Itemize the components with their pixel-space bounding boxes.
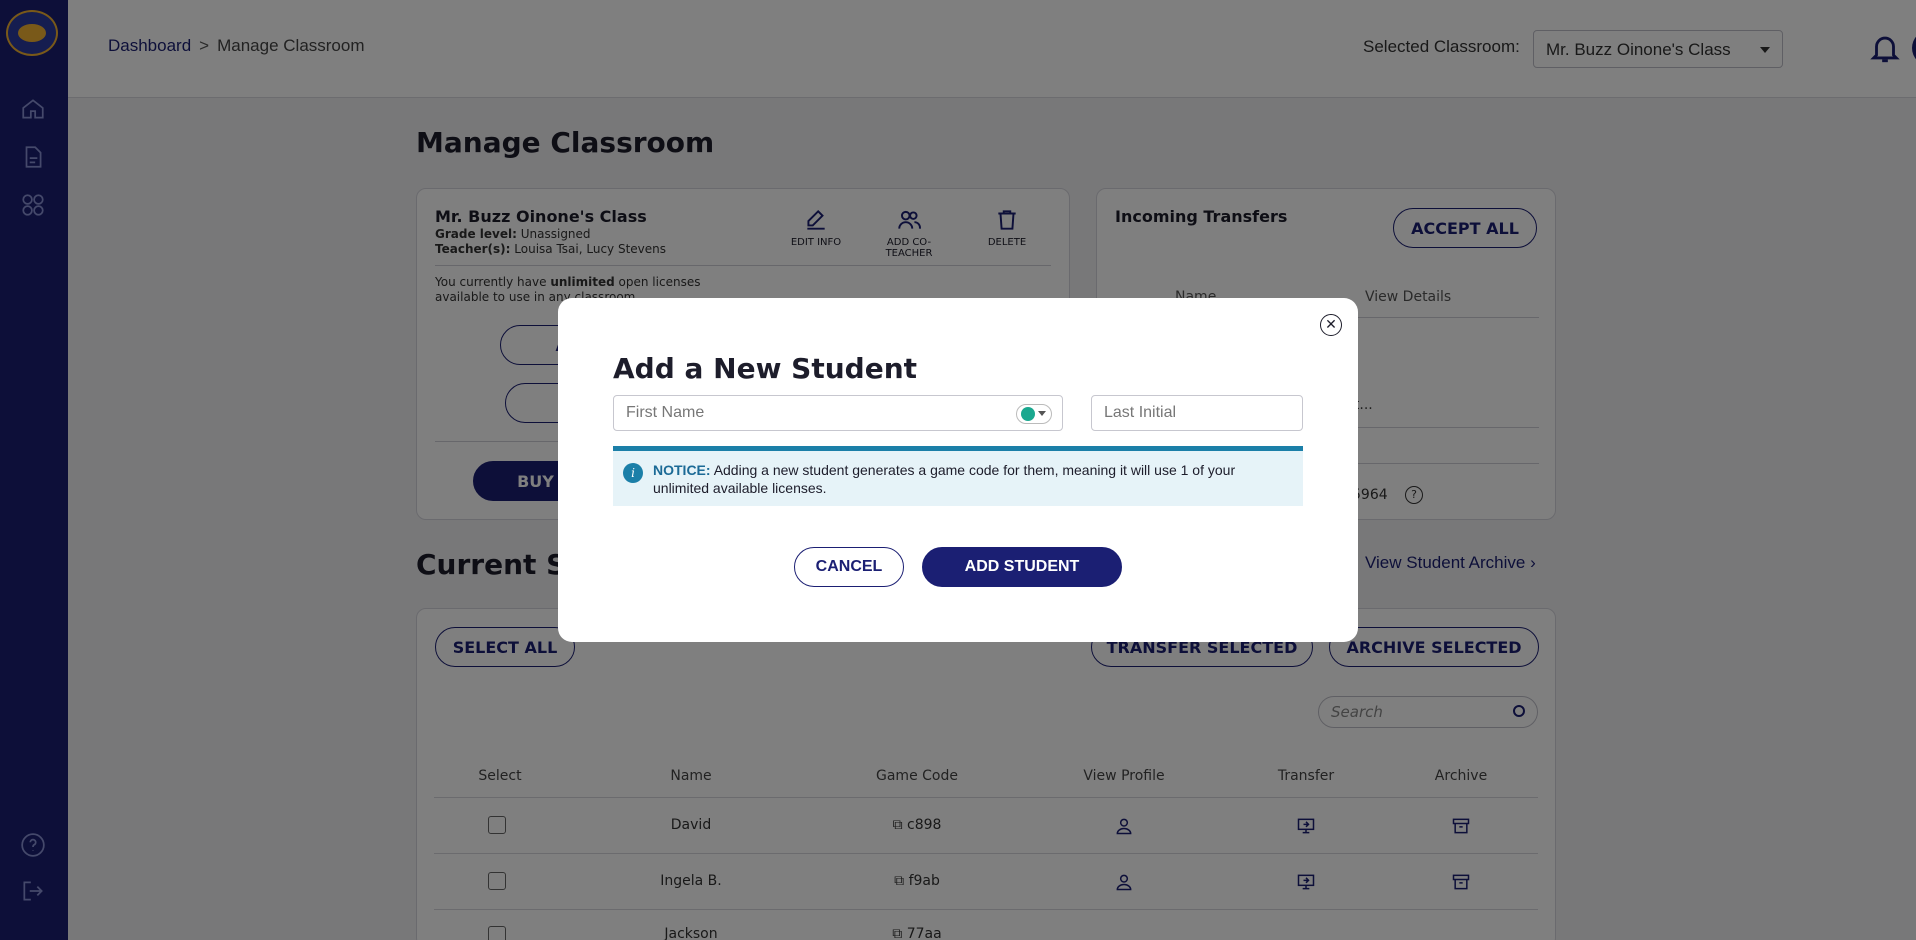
last-initial-placeholder: Last Initial — [1104, 404, 1177, 421]
info-icon: i — [623, 463, 643, 483]
add-student-modal: ✕ Add a New Student First Name Last Init… — [558, 298, 1358, 642]
cancel-button[interactable]: CANCEL — [794, 547, 904, 587]
last-initial-input[interactable]: Last Initial — [1091, 395, 1303, 431]
extension-icon[interactable] — [1016, 404, 1052, 424]
first-name-input[interactable]: First Name — [613, 395, 1063, 431]
notice-label: NOTICE: — [653, 462, 711, 478]
close-icon[interactable]: ✕ — [1320, 314, 1342, 336]
first-name-placeholder: First Name — [626, 404, 705, 421]
add-student-button[interactable]: ADD STUDENT — [922, 547, 1122, 587]
notice-text: Adding a new student generates a game co… — [653, 462, 1236, 496]
license-notice: i NOTICE: Adding a new student generates… — [613, 446, 1303, 506]
modal-title: Add a New Student — [613, 352, 918, 385]
